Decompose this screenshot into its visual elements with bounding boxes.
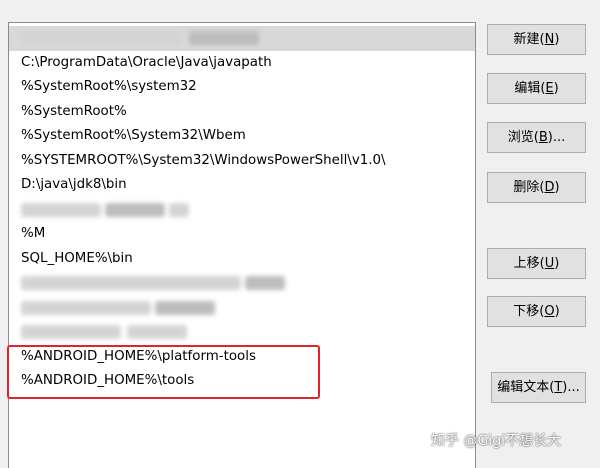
new-button[interactable]: 新建(N): [487, 24, 586, 55]
path-list[interactable]: C:\ProgramData\Oracle\Java\javapath %Sys…: [8, 22, 476, 468]
path-entry-text: %SystemRoot%\system32: [21, 79, 197, 94]
path-list-item[interactable]: %SystemRoot%\System32\Wbem: [9, 124, 475, 149]
path-list-item[interactable]: C:\ProgramData\Oracle\Java\javapath: [9, 51, 475, 76]
edit-button[interactable]: 编辑(E): [487, 73, 586, 104]
path-list-item[interactable]: %ANDROID_HOME%\platform-tools: [9, 345, 475, 370]
path-entry-text: %ANDROID_HOME%\platform-tools: [21, 348, 256, 364]
path-list-item[interactable]: %SystemRoot%\system32: [9, 75, 475, 100]
path-list-item-redacted[interactable]: [9, 26, 475, 51]
path-list-item-redacted[interactable]: [9, 320, 475, 345]
path-list-item-redacted[interactable]: [9, 271, 475, 296]
move-down-button[interactable]: 下移(O): [487, 296, 586, 327]
path-list-item[interactable]: D:\java\jdk8\bin: [9, 173, 475, 198]
path-entry-text: %SystemRoot%\System32\Wbem: [21, 128, 246, 143]
path-list-item-redacted[interactable]: [9, 198, 475, 223]
path-list-item-redacted[interactable]: [9, 296, 475, 321]
path-list-item[interactable]: SQL_HOME%\bin: [9, 247, 475, 272]
watermark-text: 知乎 @Gigi不想长大: [431, 433, 561, 449]
path-list-item[interactable]: %ANDROID_HOME%\tools: [9, 369, 475, 394]
edit-text-button[interactable]: 编辑文本(T)...: [491, 372, 586, 403]
path-entry-text: %SystemRoot%: [21, 103, 127, 119]
path-list-item[interactable]: %SystemRoot%: [9, 100, 475, 125]
move-up-button[interactable]: 上移(U): [487, 248, 586, 279]
path-entry-text: D:\java\jdk8\bin: [21, 177, 127, 192]
browse-button[interactable]: 浏览(B)...: [487, 122, 586, 153]
path-list-item[interactable]: %SYSTEMROOT%\System32\WindowsPowerShell\…: [9, 149, 475, 174]
path-entry-text: %ANDROID_HOME%\tools: [21, 373, 195, 388]
delete-button[interactable]: 删除(D): [487, 172, 586, 203]
path-entry-text: %M: [21, 226, 46, 241]
path-entry-text: SQL_HOME%\bin: [21, 250, 133, 266]
path-list-item[interactable]: %M: [9, 222, 475, 247]
path-entry-text: %SYSTEMROOT%\System32\WindowsPowerShell\…: [21, 152, 386, 168]
path-entry-text: C:\ProgramData\Oracle\Java\javapath: [21, 54, 272, 70]
